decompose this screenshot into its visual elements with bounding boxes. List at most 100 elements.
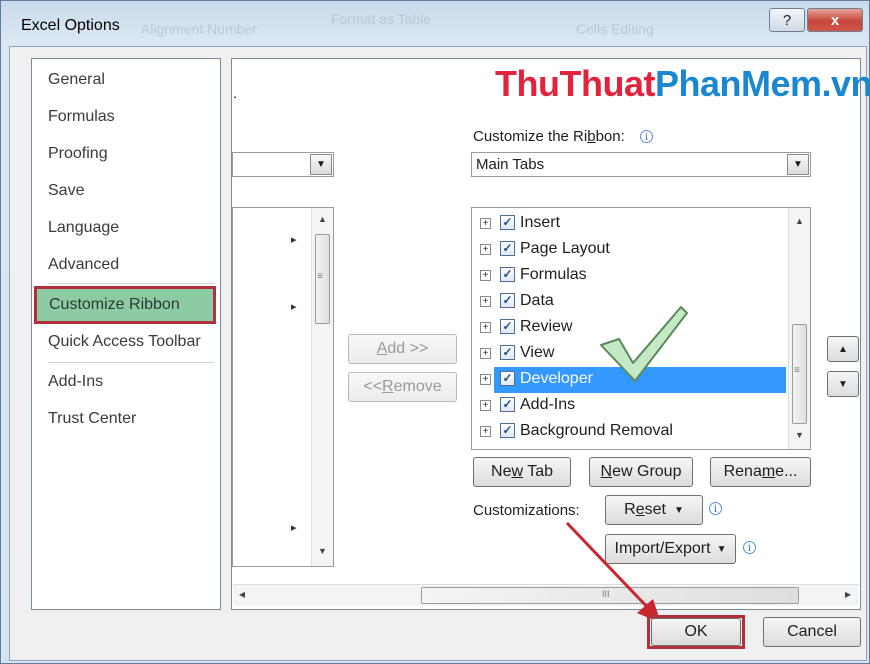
checkbox[interactable]: ✓ [500,423,515,438]
dropdown-arrow-icon: ▼ [716,543,727,555]
submenu-arrow-icon: ▸ [291,522,297,534]
nav-item-customize-ribbon[interactable]: Customize Ribbon [34,286,216,324]
expand-icon[interactable]: + [480,270,491,281]
nav-item-advanced[interactable]: Advanced [48,256,119,274]
button-label: e... [775,463,798,480]
button-label: Ne [491,463,512,480]
nav-divider [48,362,214,363]
scroll-right-icon[interactable]: ▸ [845,587,851,601]
arrow-glyph: ▼ [316,159,326,170]
title-bar[interactable]: Excel Options Alignment Number Format as… [1,1,870,51]
tree-item-background-removal[interactable]: + ✓ Background Removal [476,419,786,445]
scroll-down-icon[interactable]: ▼ [789,430,810,440]
checkbox[interactable]: ✓ [500,345,515,360]
close-icon: x [830,11,840,29]
ribbon-tree-scrollbar[interactable]: ▲ ≡ ▼ [788,208,810,449]
scroll-left-icon[interactable]: ◂ [239,587,245,601]
remove-button[interactable]: << Remove [348,372,457,402]
expand-icon[interactable]: + [480,218,491,229]
button-label: set [644,501,666,518]
nav-item-general[interactable]: General [48,71,105,89]
expand-icon[interactable]: + [480,296,491,307]
close-button[interactable]: x [807,8,863,32]
checkbox[interactable]: ✓ [500,397,515,412]
button-label: R [624,501,636,518]
scroll-down-icon[interactable]: ▼ [312,546,333,556]
ribbon-tabs-combo[interactable]: Main Tabs ▼ [471,152,811,177]
nav-item-add-ins[interactable]: Add-Ins [48,373,103,391]
nav-item-save[interactable]: Save [48,182,84,200]
move-down-button[interactable]: ▼ [827,371,859,397]
scroll-up-icon[interactable]: ▲ [789,216,810,226]
checkbox[interactable]: ✓ [500,215,515,230]
tree-item-label: Data [520,292,554,309]
scroll-up-icon[interactable]: ▲ [312,214,333,224]
rename-button[interactable]: Rena m e... [710,457,811,487]
content-hscrollbar[interactable]: ◂ III ▸ [233,584,859,606]
nav-item-formulas[interactable]: Formulas [48,108,115,126]
checkbox[interactable]: ✓ [500,319,515,334]
cancel-button[interactable]: Cancel [763,617,861,647]
label-text: bon: [595,128,625,145]
dropdown-arrow-icon: ▼ [673,504,684,516]
background-ribbon-text: Format as Table [331,11,432,27]
excel-options-window: Excel Options Alignment Number Format as… [0,0,870,664]
tree-item-label: View [520,344,555,361]
watermark-part: .vn [821,63,870,104]
choose-commands-combo[interactable]: ▼ [232,152,334,177]
button-mnemonic: N [600,463,613,480]
tree-item-formulas[interactable]: + ✓ Formulas [476,263,786,289]
info-icon[interactable]: i [743,541,756,554]
commands-scrollbar[interactable]: ▲ ≡ ▼ [311,208,333,566]
commands-list[interactable]: ▸ ▸ ▸ ▲ ≡ ▼ [232,207,334,567]
checkbox[interactable]: ✓ [500,371,515,386]
nav-item-language[interactable]: Language [48,219,119,237]
expand-icon[interactable]: + [480,348,491,359]
window-title: Excel Options [21,17,120,34]
info-icon[interactable]: i [640,130,653,143]
expand-icon[interactable]: + [480,322,491,333]
info-icon[interactable]: i [709,502,722,515]
checkbox[interactable]: ✓ [500,267,515,282]
button-mnemonic: R [382,378,394,395]
background-ribbon-text: Alignment Number [141,21,257,37]
tree-item-add-ins[interactable]: + ✓ Add-Ins [476,393,786,419]
chevron-down-icon[interactable]: ▼ [310,154,332,175]
tree-item-insert[interactable]: + ✓ Insert [476,211,786,237]
nav-item-quick-access-toolbar[interactable]: Quick Access Toolbar [48,333,201,351]
nav-item-proofing[interactable]: Proofing [48,145,108,163]
button-label: Tab [523,463,553,480]
label-text: Customize the Ri [473,128,588,145]
move-up-button[interactable]: ▲ [827,336,859,362]
help-icon: ? [782,11,792,29]
tree-item-page-layout[interactable]: + ✓ Page Layout [476,237,786,263]
arrow-down-icon: ▼ [838,378,848,390]
nav-item-label: Customize Ribbon [49,296,180,313]
help-button[interactable]: ? [769,8,805,32]
customize-ribbon-label: Customize the Ribbon: [473,128,625,145]
button-label: Cancel [787,623,837,640]
expand-icon[interactable]: + [480,374,491,385]
new-group-button[interactable]: New Group [589,457,693,487]
expand-icon[interactable]: + [480,244,491,255]
submenu-arrow-icon: ▸ [291,234,297,246]
customizations-label: Customizations: [473,502,580,519]
tree-item-label: Review [520,318,573,335]
chevron-down-icon[interactable]: ▼ [787,154,809,175]
nav-item-trust-center[interactable]: Trust Center [48,410,136,428]
checkbox[interactable]: ✓ [500,241,515,256]
new-tab-button[interactable]: Ne w Tab [473,457,571,487]
tree-item-label: Formulas [520,266,587,283]
arrow-glyph: ▼ [793,159,803,170]
expand-icon[interactable]: + [480,426,491,437]
submenu-arrow-icon: ▸ [291,301,297,313]
add-button[interactable]: Add >> [348,334,457,364]
scroll-thumb[interactable]: ≡ [315,234,330,324]
tree-item-label: Page Layout [520,240,610,257]
checkbox[interactable]: ✓ [500,293,515,308]
grip-icon: ≡ [317,271,323,282]
scroll-thumb[interactable]: ≡ [792,324,807,424]
expand-icon[interactable]: + [480,400,491,411]
button-label: Rena [723,463,762,480]
left-label-fragment: . [233,85,238,102]
